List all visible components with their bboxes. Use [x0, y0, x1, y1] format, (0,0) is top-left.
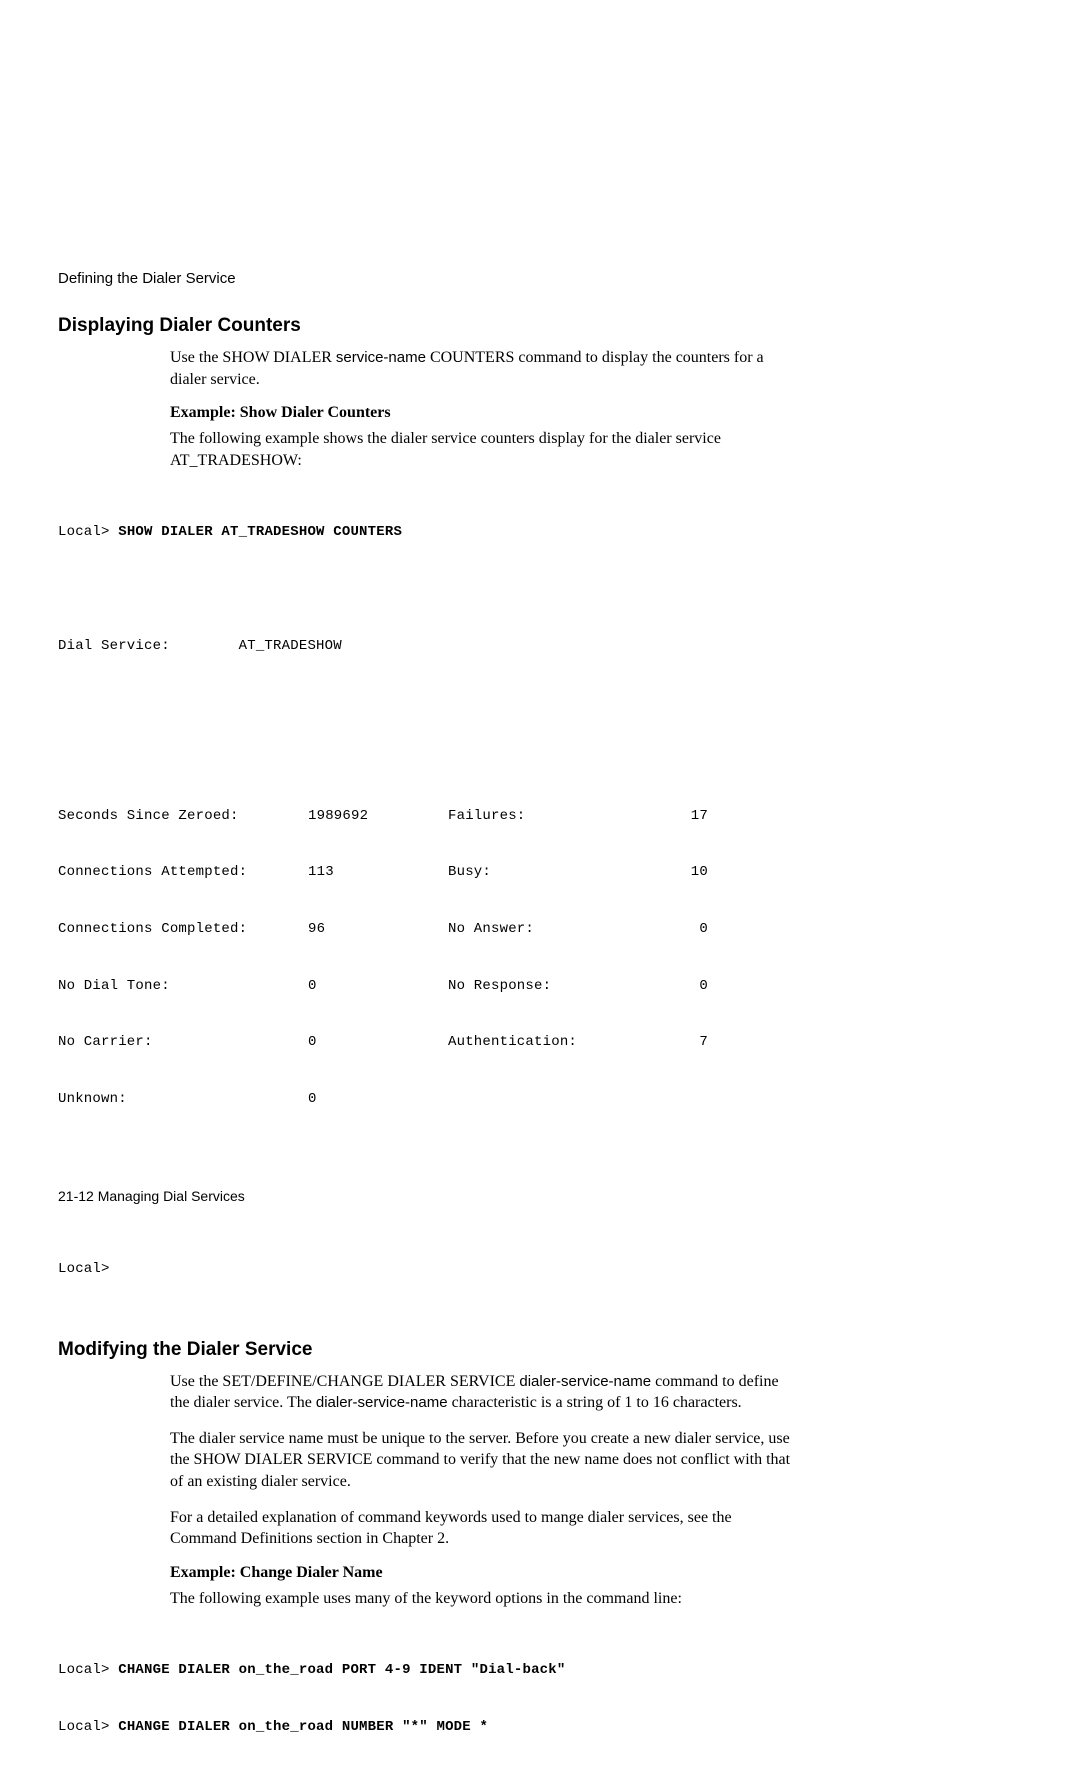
section2-para2: The dialer service name must be unique t… — [170, 1428, 795, 1493]
code-blank — [58, 693, 798, 712]
section2-body: Use the SET/DEFINE/CHANGE DIALER SERVICE… — [170, 1371, 795, 1610]
section1-para2: The following example shows the dialer s… — [170, 428, 795, 471]
page-footer: 21-12 Managing Dial Services — [58, 1188, 245, 1204]
prompt-end: Local> — [58, 1260, 798, 1279]
command: SHOW DIALER AT_TRADESHOW COUNTERS — [118, 524, 402, 540]
page-content: Defining the Dialer Service Displaying D… — [58, 270, 798, 1774]
counters-table: Seconds Since Zeroed: 1989692 Failures: … — [58, 769, 798, 1147]
counter-label: Authentication: — [448, 1033, 668, 1052]
code-blank — [58, 580, 798, 599]
counter-value: 0 — [308, 977, 448, 996]
code-line: Local> CHANGE DIALER on_the_road NUMBER … — [58, 1718, 798, 1737]
counter-label: Failures: — [448, 807, 668, 826]
counter-value: 0 — [308, 1033, 448, 1052]
counter-value: 7 — [668, 1033, 708, 1052]
code-line: Local> SHOW DIALER AT_TRADESHOW COUNTERS — [58, 523, 798, 542]
table-row: Unknown: 0 — [58, 1090, 798, 1109]
counter-label: No Dial Tone: — [58, 977, 308, 996]
heading-modifying-dialer-service: Modifying the Dialer Service — [58, 1339, 798, 1361]
inline-code: service-name — [336, 349, 426, 366]
counter-value: 0 — [308, 1090, 448, 1109]
table-row: Connections Attempted: 113 Busy: 10 — [58, 863, 798, 882]
counter-value — [668, 1090, 708, 1109]
section2-para4: The following example uses many of the k… — [170, 1588, 795, 1610]
text: Use the SHOW DIALER — [170, 349, 336, 366]
counter-value: 0 — [668, 920, 708, 939]
inline-code: dialer-service-name — [519, 1373, 651, 1390]
prompt: Local> — [58, 1662, 118, 1678]
section1-body: Use the SHOW DIALER service-name COUNTER… — [170, 347, 795, 471]
counter-label: Unknown: — [58, 1090, 308, 1109]
example-heading-change-dialer-name: Example: Change Dialer Name — [170, 1564, 795, 1582]
section2-para1: Use the SET/DEFINE/CHANGE DIALER SERVICE… — [170, 1371, 795, 1414]
dial-service-line: Dial Service: AT_TRADESHOW — [58, 637, 798, 656]
command: CHANGE DIALER on_the_road PORT 4-9 IDENT… — [118, 1662, 565, 1678]
counter-label: Seconds Since Zeroed: — [58, 807, 308, 826]
counter-label: No Response: — [448, 977, 668, 996]
counter-label: Connections Attempted: — [58, 863, 308, 882]
table-row: No Dial Tone: 0 No Response: 0 — [58, 977, 798, 996]
prompt: Local> — [58, 1719, 118, 1735]
section2-para3: For a detailed explanation of command ke… — [170, 1507, 795, 1550]
section1-para1: Use the SHOW DIALER service-name COUNTER… — [170, 347, 795, 390]
command: CHANGE DIALER on_the_road NUMBER "*" MOD… — [118, 1719, 488, 1735]
text: Use the SET/DEFINE/CHANGE DIALER SERVICE — [170, 1373, 519, 1390]
counter-value: 113 — [308, 863, 448, 882]
code-blank — [58, 1203, 798, 1222]
table-row: No Carrier: 0 Authentication: 7 — [58, 1033, 798, 1052]
example-heading-show-dialer-counters: Example: Show Dialer Counters — [170, 404, 795, 422]
counter-value: 1989692 — [308, 807, 448, 826]
heading-displaying-dialer-counters: Displaying Dialer Counters — [58, 315, 798, 337]
counter-value: 10 — [668, 863, 708, 882]
code-block-change-dialer: Local> CHANGE DIALER on_the_road PORT 4-… — [58, 1623, 798, 1774]
counter-label: No Answer: — [448, 920, 668, 939]
table-row: Seconds Since Zeroed: 1989692 Failures: … — [58, 807, 798, 826]
counter-label — [448, 1090, 668, 1109]
prompt: Local> — [58, 524, 118, 540]
counter-label: No Carrier: — [58, 1033, 308, 1052]
counter-value: 0 — [668, 977, 708, 996]
running-header: Defining the Dialer Service — [58, 270, 798, 287]
counter-value: 96 — [308, 920, 448, 939]
counter-label: Connections Completed: — [58, 920, 308, 939]
code-line: Local> CHANGE DIALER on_the_road PORT 4-… — [58, 1661, 798, 1680]
counter-label: Busy: — [448, 863, 668, 882]
table-row: Connections Completed: 96 No Answer: 0 — [58, 920, 798, 939]
counter-value: 17 — [668, 807, 708, 826]
